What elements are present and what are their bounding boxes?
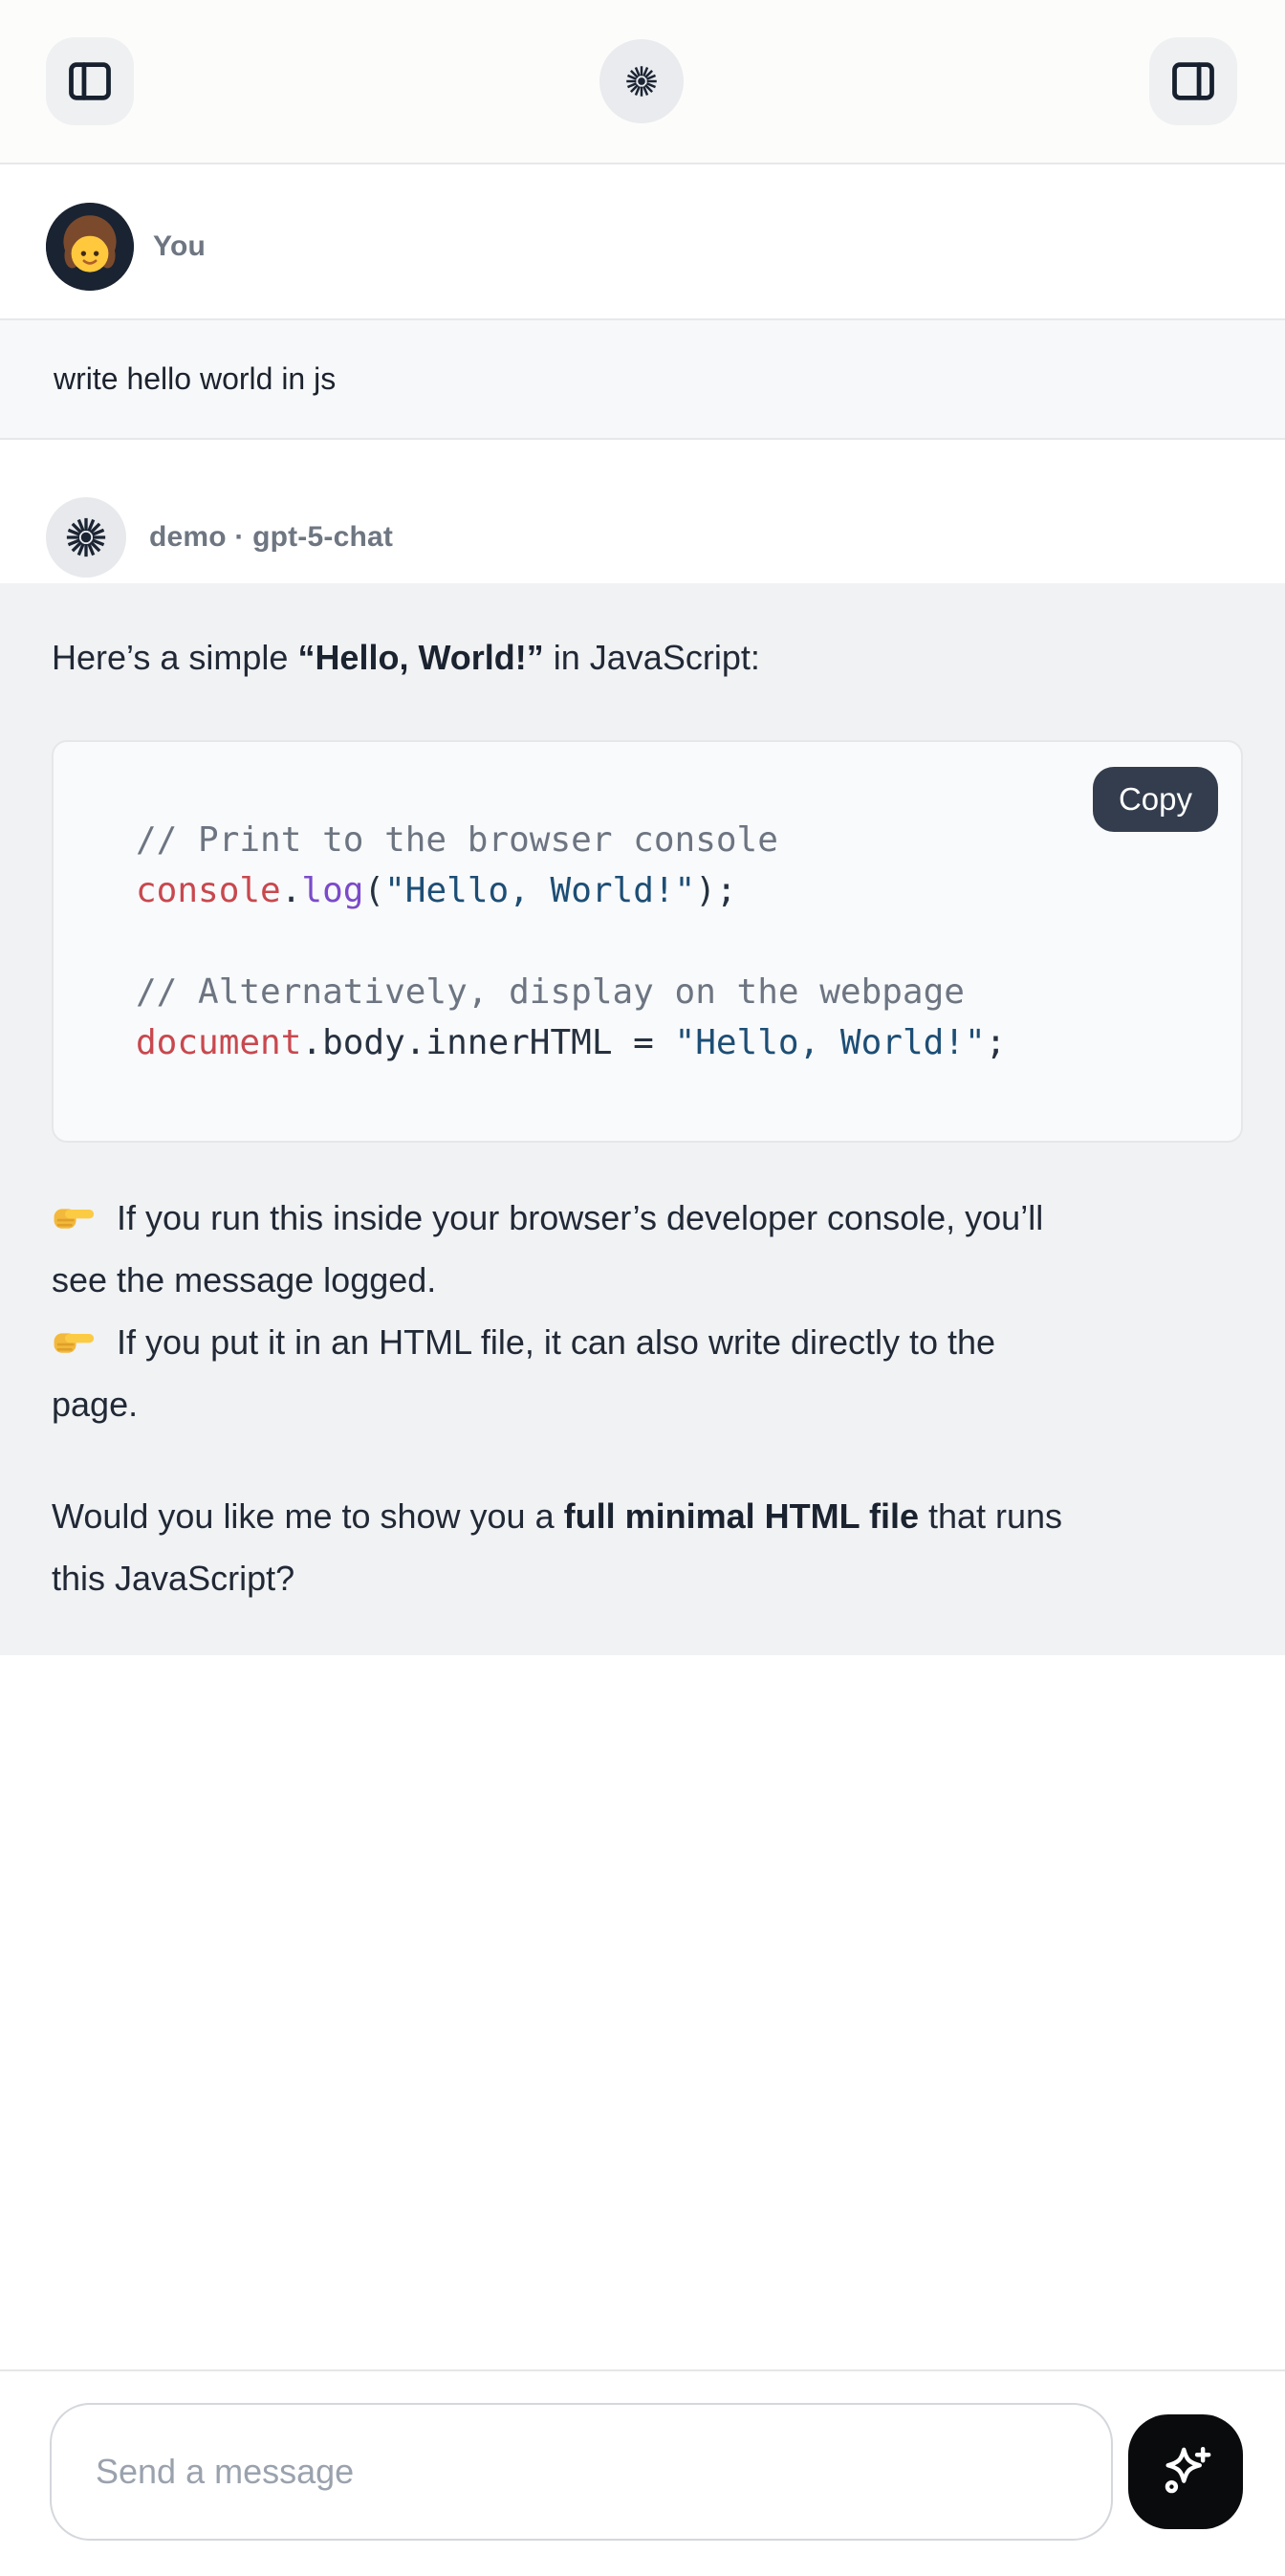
right-panel-toggle-button[interactable] (1149, 37, 1237, 125)
assistant-paragraph: Would you like me to show you a full min… (52, 1485, 1243, 1609)
panel-left-icon (65, 56, 115, 106)
user-avatar (46, 203, 134, 291)
sidebar-toggle-button[interactable] (46, 37, 134, 125)
user-message-text: write hello world in js (54, 361, 336, 397)
user-author-row: You (46, 203, 1285, 291)
panel-right-icon (1168, 56, 1218, 106)
top-bar (0, 0, 1285, 164)
code-line: // Print to the browser console (136, 815, 1203, 865)
assistant-message: Here’s a simple “Hello, World!” in JavaS… (0, 583, 1285, 1655)
pointing-right-icon (52, 1319, 96, 1363)
starburst-icon (616, 55, 667, 107)
empty-scroll-area (0, 1655, 1285, 2369)
assistant-intro: Here’s a simple “Hello, World!” in JavaS… (52, 627, 1243, 688)
composer-bar (0, 2369, 1285, 2576)
assistant-author-name: demo · gpt-5-chat (149, 521, 393, 554)
chat-app: You write hello world in js demo · g (0, 0, 1285, 2576)
message-input[interactable] (50, 2403, 1113, 2541)
copy-button[interactable]: Copy (1093, 767, 1218, 832)
send-button[interactable] (1128, 2414, 1243, 2529)
starburst-avatar-icon (46, 497, 126, 578)
sparkles-icon (1155, 2441, 1216, 2502)
assistant-avatar (46, 497, 126, 578)
code-content: // Print to the browser consoleconsole.l… (136, 815, 1203, 1068)
assistant-paragraphs: If you run this inside your browser’s de… (52, 1187, 1243, 1609)
code-line: console.log("Hello, World!"); (136, 865, 1203, 916)
assistant-paragraph: If you run this inside your browser’s de… (52, 1187, 1243, 1311)
intro-bold-text: “Hello, World!” (297, 638, 543, 677)
code-line (136, 916, 1203, 967)
pointing-right-icon (52, 1194, 96, 1238)
user-message: write hello world in js (0, 318, 1285, 440)
code-block: Copy // Print to the browser consolecons… (52, 740, 1243, 1143)
assistant-paragraph: If you put it in an HTML file, it can al… (52, 1311, 1243, 1435)
code-line: // Alternatively, display on the webpage (136, 967, 1203, 1017)
person-emoji-icon (46, 203, 134, 291)
assistant-author-row: demo · gpt-5-chat (46, 497, 1285, 578)
code-line: document.body.innerHTML = "Hello, World!… (136, 1017, 1203, 1068)
user-author-name: You (153, 230, 206, 263)
app-logo-badge (599, 39, 684, 123)
